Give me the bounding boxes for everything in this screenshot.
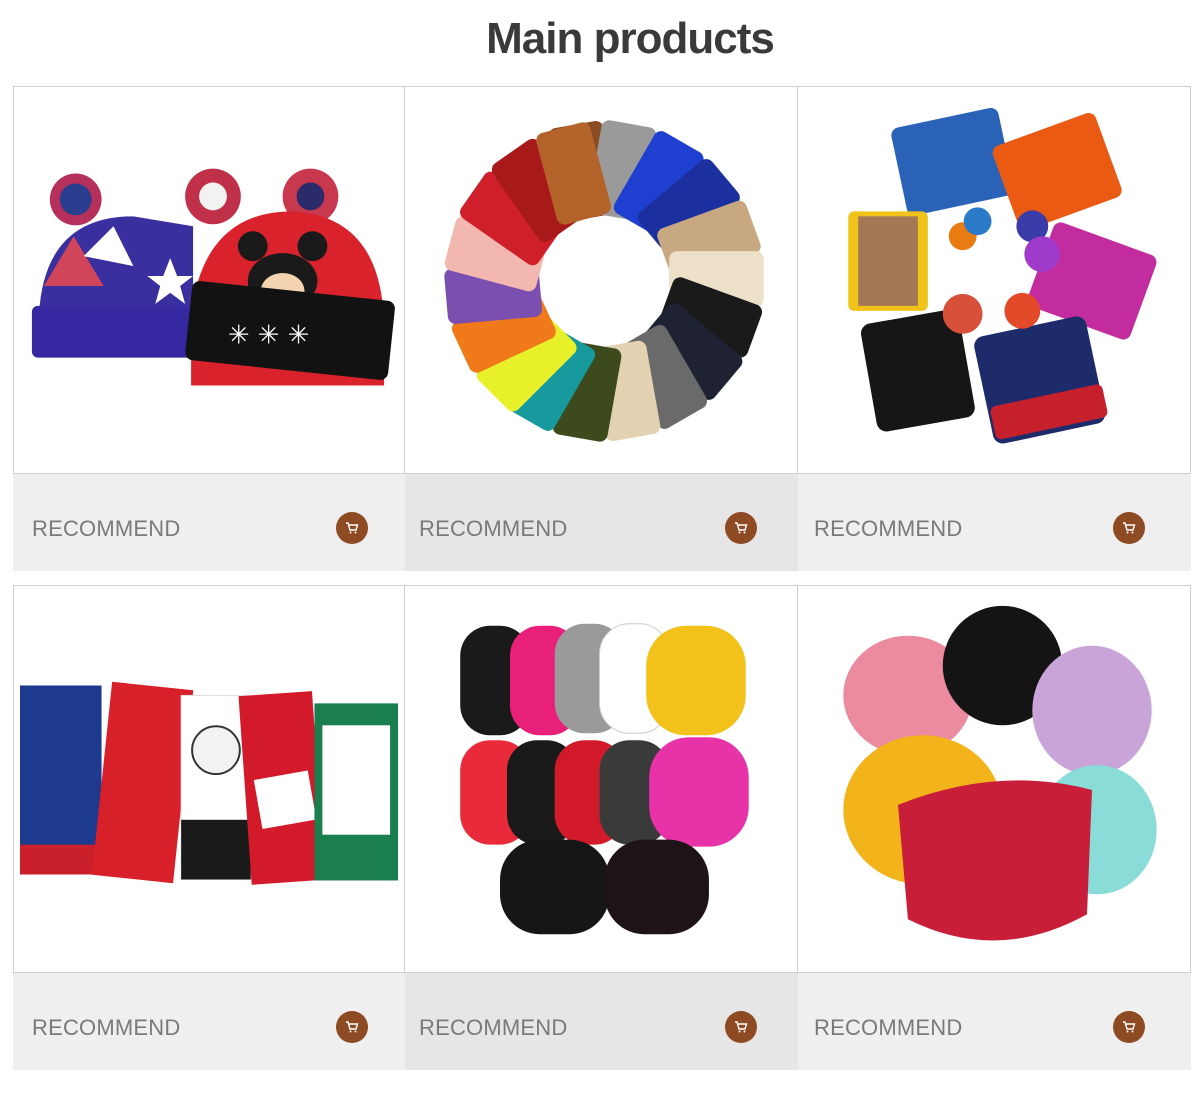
recommend-label: RECOMMEND [32, 516, 181, 541]
recommend-label: RECOMMEND [814, 516, 963, 541]
product-card[interactable]: RECOMMEND [405, 86, 798, 571]
jacquard-logo-beanies-image[interactable] [798, 86, 1191, 474]
shopping-cart-icon[interactable] [1113, 1011, 1145, 1043]
product-row: ✳ ✳ ✳ RECOMMEND RECOMMEND RECOMMEND [13, 86, 1191, 571]
shopping-cart-icon[interactable] [336, 1011, 368, 1043]
recommend-label: RECOMMEND [814, 1015, 963, 1040]
product-card[interactable]: RECOMMEND [798, 86, 1191, 571]
product-bar: RECOMMEND [405, 973, 798, 1070]
product-row: RECOMMEND RECOMMEND RECOMMEND [13, 585, 1191, 1070]
shopping-cart-icon[interactable] [725, 512, 757, 544]
tufted-letter-beanies-image[interactable] [798, 585, 1191, 973]
product-grid: ✳ ✳ ✳ RECOMMEND RECOMMEND RECOMMEND RECO… [13, 86, 1191, 1070]
spiderweb-beanies-image[interactable] [405, 585, 798, 973]
product-bar: RECOMMEND [13, 474, 405, 571]
product-card[interactable]: RECOMMEND [13, 585, 405, 1070]
shopping-cart-icon[interactable] [336, 512, 368, 544]
recommend-label: RECOMMEND [419, 1015, 568, 1040]
color-beanies-circle-image[interactable] [405, 86, 798, 474]
product-bar: RECOMMEND [798, 973, 1191, 1070]
product-bar: RECOMMEND [13, 973, 405, 1070]
svg-text:✳ ✳ ✳: ✳ ✳ ✳ [228, 321, 309, 351]
recommend-label: RECOMMEND [419, 516, 568, 541]
knitted-scarves-image[interactable] [13, 585, 405, 973]
pompom-beanies-image[interactable]: ✳ ✳ ✳ [13, 86, 405, 474]
product-bar: RECOMMEND [798, 474, 1191, 571]
product-card[interactable]: RECOMMEND [798, 585, 1191, 1070]
recommend-label: RECOMMEND [32, 1015, 181, 1040]
shopping-cart-icon[interactable] [725, 1011, 757, 1043]
shopping-cart-icon[interactable] [1113, 512, 1145, 544]
product-card[interactable]: RECOMMEND [405, 585, 798, 1070]
product-bar: RECOMMEND [405, 474, 798, 571]
product-card[interactable]: ✳ ✳ ✳ RECOMMEND [13, 86, 405, 571]
page-title: Main products [486, 14, 775, 63]
